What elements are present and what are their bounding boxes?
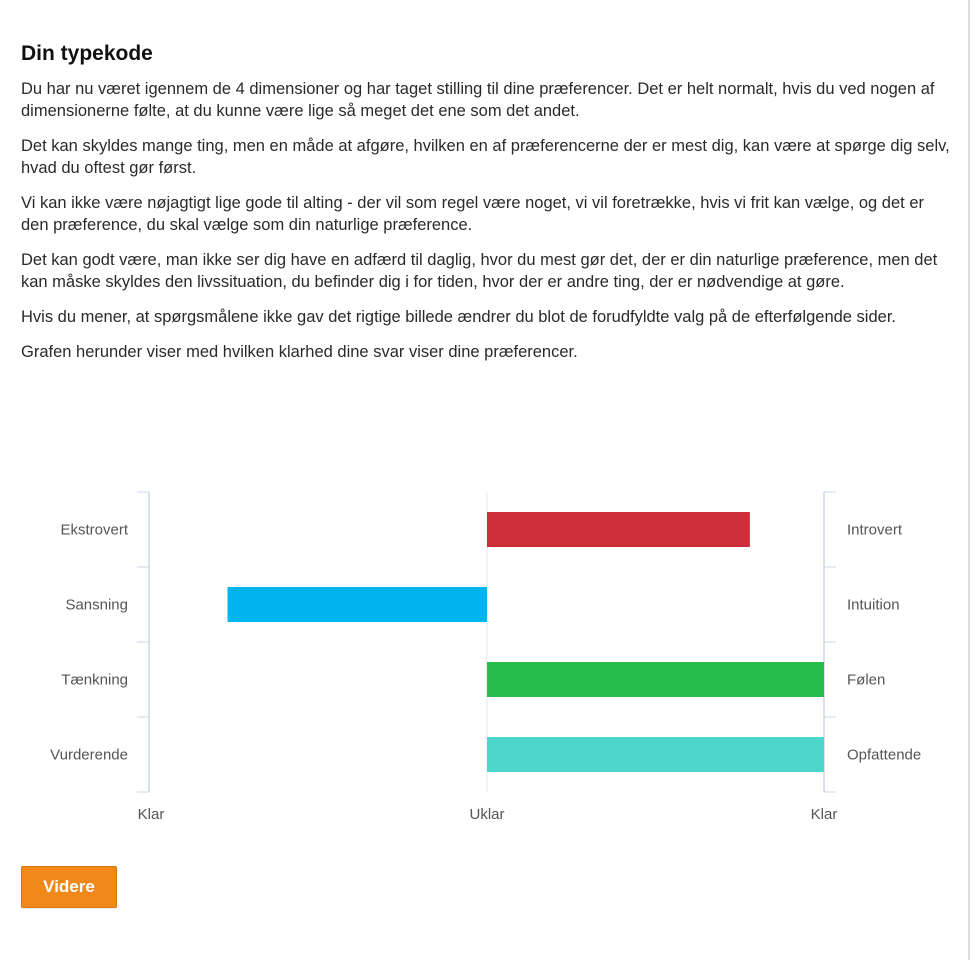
row-label-left: Ekstrovert (60, 522, 128, 539)
bar-tænkning (487, 662, 824, 697)
row-label-left: Vurderende (50, 747, 128, 764)
chart-svg: Ekstrovert Introvert Sansning Intuition Tænk… (50, 491, 921, 823)
intro-paragraph-1: Du har nu været igennem de 4 dimensioner… (21, 80, 935, 120)
intro-paragraph-5: Hvis du mener, at spørgsmålene ikke gav … (21, 308, 896, 326)
bar-ekstrovert (487, 512, 750, 547)
bar-vurderende (487, 737, 824, 772)
row-label-left: Tænkning (61, 672, 128, 689)
preference-clarity-chart: Ekstrovert Introvert Sansning Intuition Tænk… (0, 480, 975, 830)
continue-button[interactable]: Videre (21, 866, 117, 908)
x-tick-label: Klar (138, 806, 165, 823)
row-label-left: Sansning (65, 597, 128, 614)
bar-sansning (227, 587, 487, 622)
x-tick-label: Klar (811, 806, 838, 823)
row-label-right: Introvert (847, 522, 903, 539)
chart-intro-paragraph: Grafen herunder viser med hvilken klarhe… (21, 343, 578, 361)
row-label-right: Følen (847, 672, 885, 689)
row-label-right: Intuition (847, 597, 900, 614)
x-tick-label: Uklar (469, 806, 504, 823)
row-label-right: Opfattende (847, 747, 921, 764)
intro-paragraph-3: Vi kan ikke være nøjagtigt lige gode til… (21, 194, 925, 234)
main-content: Din typekode Du har nu været igennem de … (21, 40, 951, 376)
page-title: Din typekode (21, 42, 153, 65)
intro-paragraph-2: Det kan skyldes mange ting, men en måde … (21, 137, 950, 177)
intro-paragraph-4: Det kan godt være, man ikke ser dig have… (21, 251, 938, 291)
